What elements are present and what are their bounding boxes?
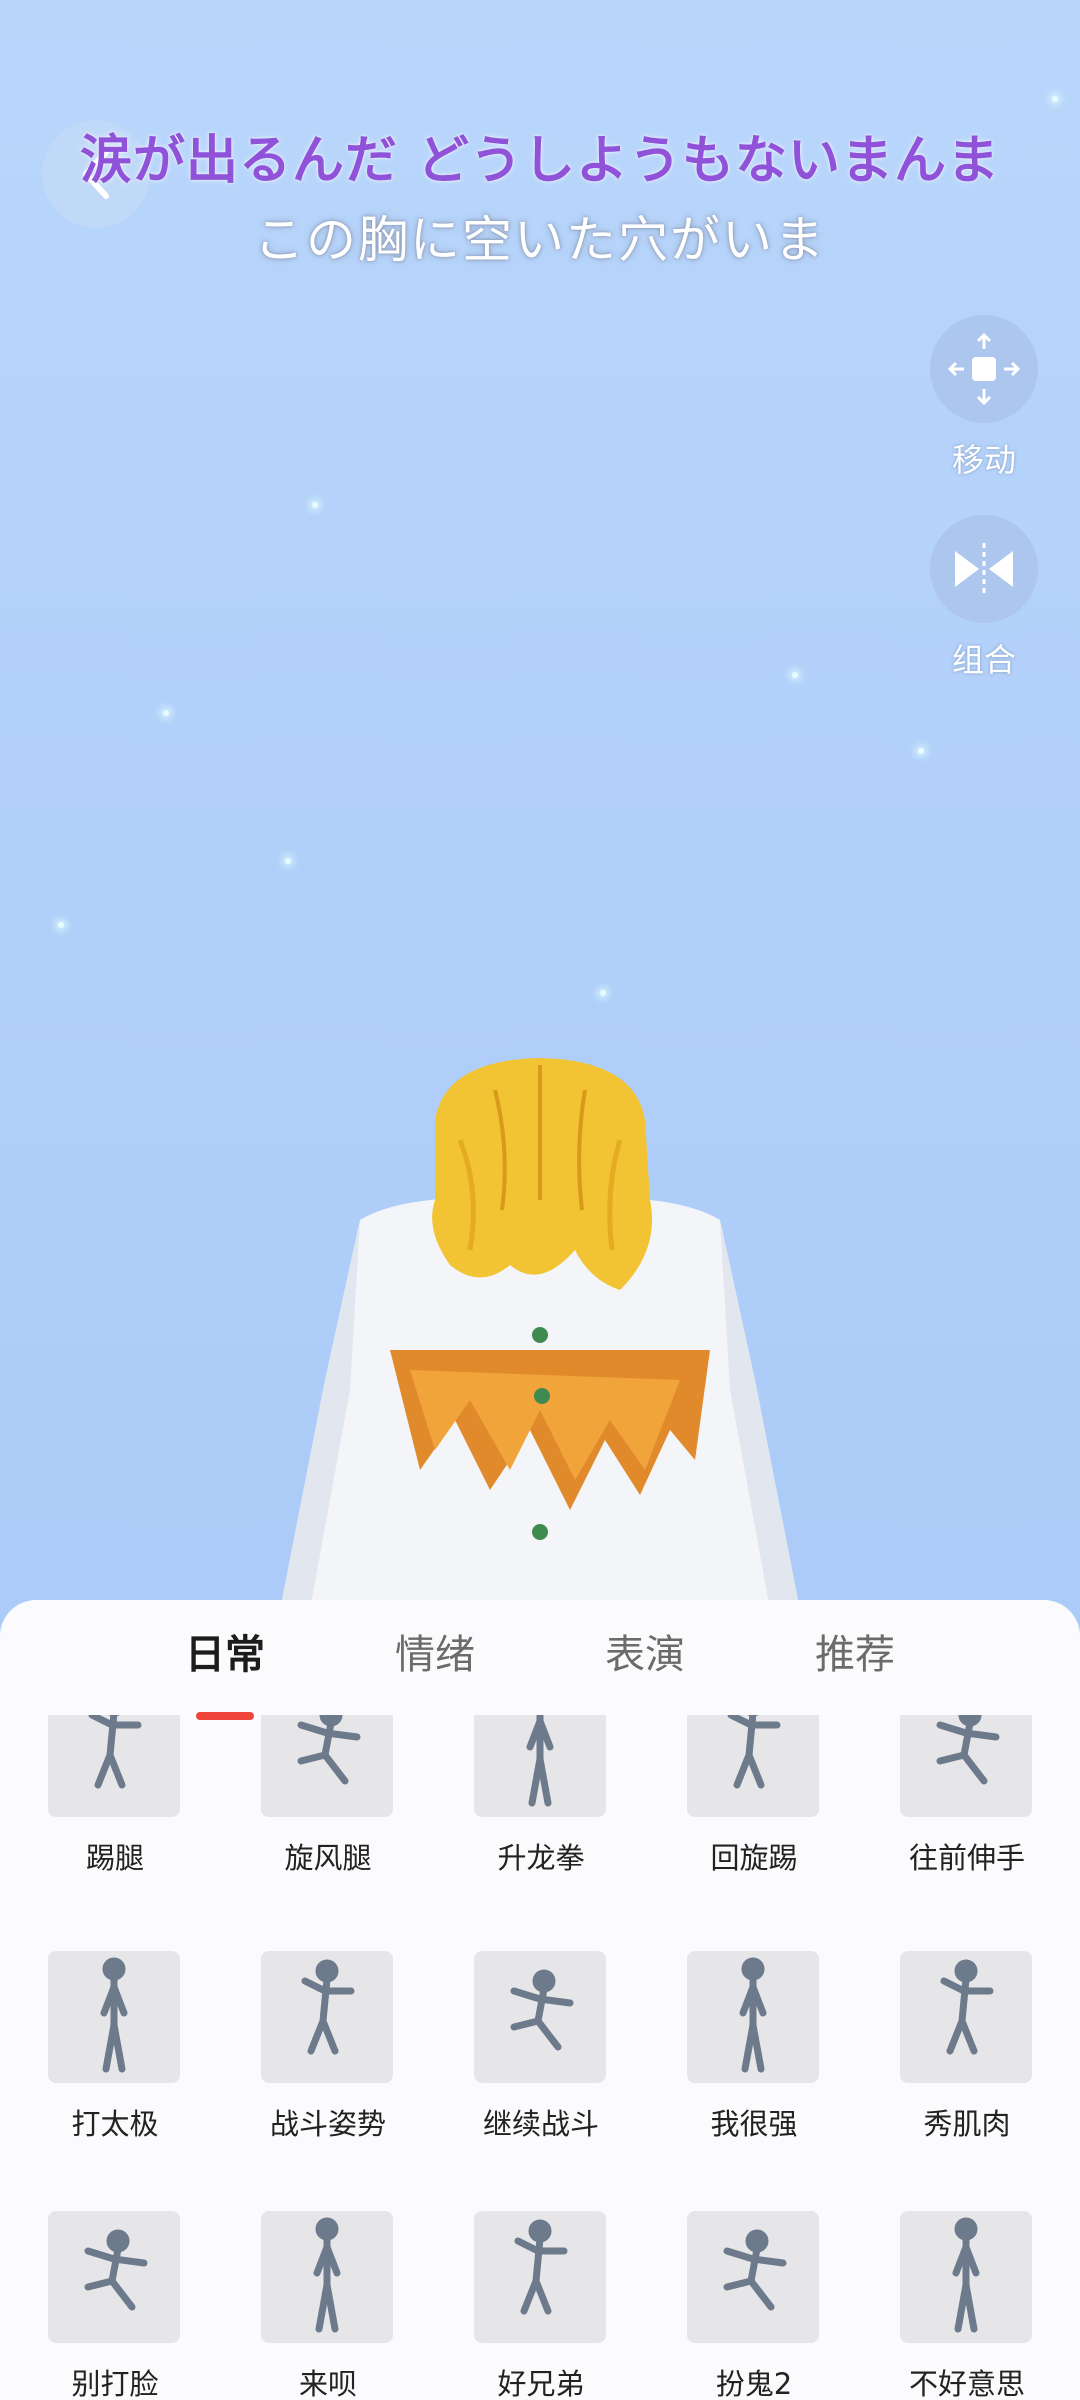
pose-thumbnail (48, 1715, 180, 1817)
mannequin-icon (510, 1969, 574, 2051)
sparkle (918, 748, 924, 754)
pose-label: 别打脸 (71, 2367, 159, 2400)
mannequin-icon (100, 1957, 128, 2073)
pose-item[interactable]: 回旋踢 (687, 1715, 821, 1875)
pose-thumbnail (900, 1715, 1032, 1817)
pose-item[interactable]: 我很强 (687, 1951, 821, 2141)
mannequin-icon (313, 2217, 341, 2333)
pose-item[interactable]: 战斗姿势 (261, 1951, 395, 2141)
mannequin-icon (84, 2229, 148, 2311)
mannequin-icon (727, 1715, 781, 1789)
pose-thumbnail (48, 1951, 180, 2083)
category-tabs: 日常 情绪 表演 推荐 (0, 1622, 1080, 1720)
pose-thumbnail (474, 1951, 606, 2083)
lyric-line-current: 涙が出るんだ どうしようもないまんま (79, 131, 1001, 191)
pose-label: 回旋踢 (710, 1841, 798, 1875)
pose-label: 旋风腿 (284, 1841, 372, 1875)
pose-thumbnail (687, 1951, 819, 2083)
pose-label: 战斗姿势 (269, 2107, 386, 2141)
pose-label: 扮鬼2 (715, 2367, 793, 2400)
pose-label: 升龙拳 (497, 1841, 585, 1875)
sparkle (1052, 96, 1058, 102)
tab-daily[interactable]: 日常 (185, 1622, 265, 1680)
pose-item[interactable]: 不好意思 (900, 2211, 1034, 2400)
sparkle (312, 502, 318, 508)
mannequin-icon (526, 1715, 554, 1807)
pose-item[interactable]: 打太极 (48, 1951, 182, 2141)
pose-label: 打太极 (71, 2107, 159, 2141)
pose-label: 不好意思 (908, 2367, 1025, 2400)
pose-thumbnail (900, 1951, 1032, 2083)
pose-item[interactable]: 继续战斗 (474, 1951, 608, 2141)
pose-thumbnail (261, 1715, 393, 1817)
sparkle (58, 922, 64, 928)
mannequin-icon (514, 2219, 568, 2315)
move-button[interactable]: 移动 (930, 315, 1038, 481)
sparkle (600, 990, 606, 996)
tab-performance[interactable]: 表演 (605, 1622, 685, 1680)
pose-item[interactable]: 来呗 (261, 2211, 395, 2400)
pose-item[interactable]: 踢腿 (48, 1715, 182, 1875)
pose-item[interactable]: 往前伸手 (900, 1715, 1034, 1875)
mannequin-icon (301, 1959, 355, 2055)
pose-thumbnail (474, 2211, 606, 2343)
pose-item[interactable]: 别打脸 (48, 2211, 182, 2400)
combine-label: 组合 (951, 641, 1016, 679)
pose-thumbnail (687, 1715, 819, 1817)
pose-label: 踢腿 (85, 1841, 144, 1875)
pose-label: 好兄弟 (497, 2367, 585, 2400)
mannequin-icon (739, 1957, 767, 2073)
pose-item[interactable]: 升龙拳 (474, 1715, 608, 1875)
mannequin-icon (940, 1959, 994, 2055)
avatar-character (280, 1058, 800, 1610)
pose-item[interactable]: 旋风腿 (261, 1715, 395, 1875)
mannequin-icon (936, 1715, 1000, 1785)
lyric-line-next: この胸に空いた穴がいま (254, 211, 826, 269)
pose-label: 秀肌肉 (923, 2107, 1011, 2141)
pose-label: 我很强 (710, 2107, 798, 2141)
sparkle (792, 672, 798, 678)
sparkle (285, 858, 291, 864)
mannequin-icon (297, 1715, 361, 1785)
pose-thumbnail (48, 2211, 180, 2343)
mannequin-icon (723, 2229, 787, 2311)
mannequin-icon (952, 2217, 980, 2333)
pose-thumbnail (687, 2211, 819, 2343)
combine-button[interactable]: 组合 (930, 515, 1038, 681)
mirror-icon (955, 543, 1013, 595)
move-icon (947, 332, 1021, 406)
pose-label: 来呗 (298, 2367, 357, 2400)
pose-thumbnail (474, 1715, 606, 1817)
pose-thumbnail (900, 2211, 1032, 2343)
pose-item[interactable]: 扮鬼2 (687, 2211, 821, 2400)
tab-emotion[interactable]: 情绪 (395, 1622, 475, 1680)
pose-thumbnail (261, 2211, 393, 2343)
pose-label: 往前伸手 (908, 1841, 1025, 1875)
pose-item[interactable]: 好兄弟 (474, 2211, 608, 2400)
move-label: 移动 (951, 441, 1016, 479)
pose-grid: 踢腿 旋风腿 升龙拳 回旋踢 往前伸手 打太极 战斗姿势 继续战斗 我很强 秀肌… (0, 1715, 1080, 2400)
pose-panel: 日常 情绪 表演 推荐 踢腿 旋风腿 升龙拳 回旋踢 往前伸手 打太极 战斗姿势… (0, 1600, 1080, 2400)
mannequin-icon (88, 1715, 142, 1789)
pose-thumbnail (261, 1951, 393, 2083)
pose-label: 继续战斗 (482, 2107, 599, 2141)
tab-recommended[interactable]: 推荐 (815, 1622, 895, 1680)
pose-item[interactable]: 秀肌肉 (900, 1951, 1034, 2141)
sparkle (163, 710, 169, 716)
